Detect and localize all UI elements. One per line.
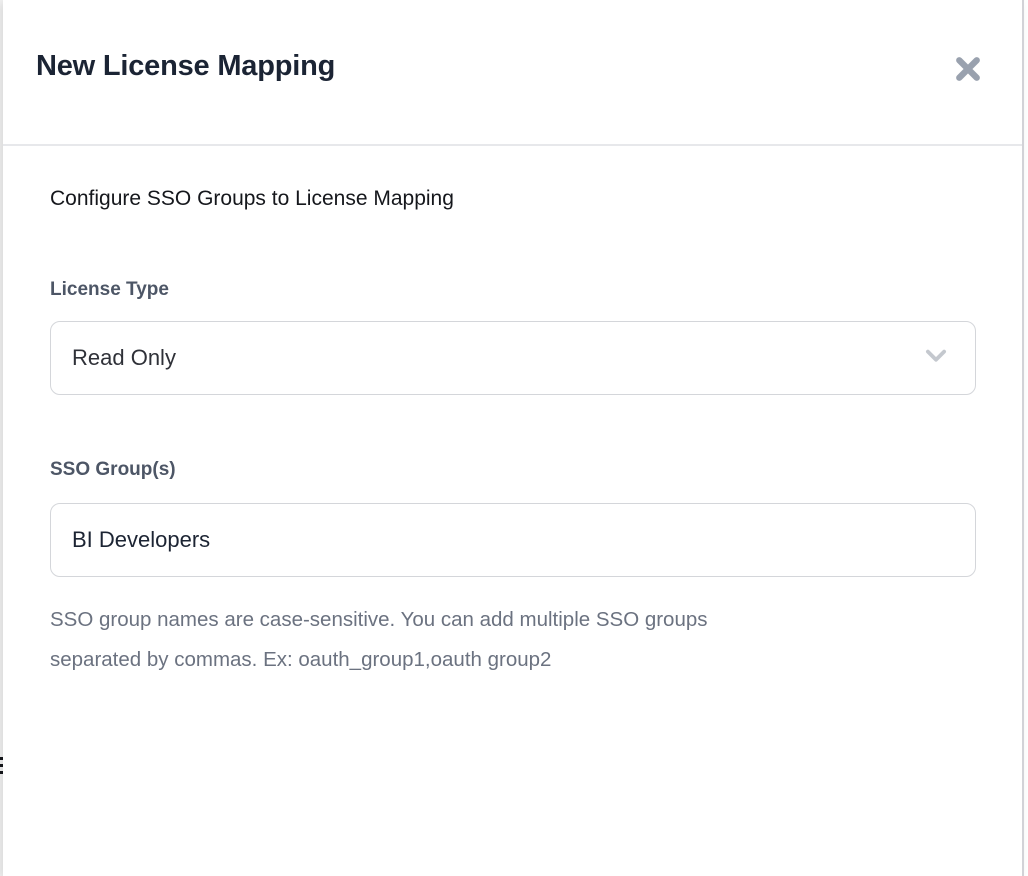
help-line-1: SSO group names are case-sensitive. You … (50, 600, 976, 640)
help-line-2: separated by commas. Ex: oauth_group1,oa… (50, 640, 976, 680)
sso-groups-help: SSO group names are case-sensitive. You … (50, 600, 976, 680)
new-license-mapping-modal: New License Mapping Configure SSO Groups… (3, 0, 1024, 876)
close-button[interactable] (951, 53, 985, 87)
license-type-select[interactable]: Read Only (50, 321, 976, 395)
sso-groups-input[interactable] (50, 503, 976, 577)
sso-groups-label: SSO Group(s) (50, 459, 976, 481)
modal-header: New License Mapping (3, 0, 1022, 146)
license-type-selected-value: Read Only (72, 345, 176, 371)
chevron-down-icon (921, 341, 951, 376)
modal-body: Configure SSO Groups to License Mapping … (3, 186, 1022, 680)
close-icon (953, 54, 983, 87)
config-heading: Configure SSO Groups to License Mapping (50, 186, 976, 212)
license-type-label: License Type (50, 279, 976, 301)
modal-title: New License Mapping (36, 50, 335, 83)
